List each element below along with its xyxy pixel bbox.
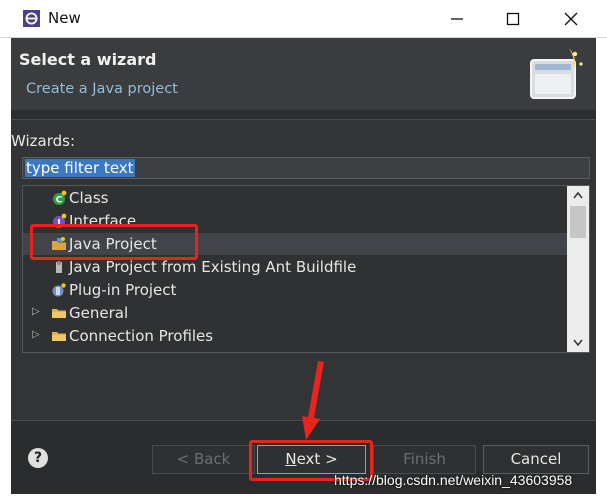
wizard-tree[interactable]: C Class I Interface Java Project Java Pr… <box>22 185 590 353</box>
tree-scrollbar[interactable] <box>567 186 589 352</box>
tree-item-label: Connection Profiles <box>69 327 214 345</box>
expand-arrow-icon[interactable]: ▷ <box>32 329 40 340</box>
close-button[interactable] <box>548 4 594 34</box>
folder-icon <box>52 332 66 341</box>
tree-item-general[interactable]: ▷ General <box>23 302 568 324</box>
page-subtitle: Create a Java project <box>26 81 178 97</box>
tree-item-plugin-project[interactable]: Plug-in Project <box>23 279 568 301</box>
window-title: New <box>48 9 81 27</box>
cancel-button[interactable]: Cancel <box>483 445 589 474</box>
tree-item-connection-profiles[interactable]: ▷ Connection Profiles <box>23 325 568 347</box>
eclipse-app-icon <box>23 10 40 27</box>
ant-buildfile-icon <box>56 261 62 273</box>
minimize-button[interactable] <box>434 4 480 34</box>
class-icon: C <box>53 190 67 206</box>
wizard-header: Select a wizard Create a Java project <box>11 38 596 110</box>
tree-item-label: Java Project from Existing Ant Buildfile <box>69 258 357 276</box>
finish-button[interactable]: Finish <box>373 445 476 474</box>
filter-input[interactable]: type filter text <box>22 157 590 179</box>
expand-arrow-icon[interactable]: ▷ <box>32 306 40 317</box>
maximize-button[interactable] <box>490 4 536 34</box>
watermark-text: https://blog.csdn.net/weixin_43603958 <box>334 472 573 488</box>
tree-item-label: Plug-in Project <box>69 281 177 299</box>
tree-item-label: General <box>69 304 129 322</box>
close-icon <box>564 12 578 26</box>
red-arrow-icon <box>302 361 324 440</box>
scroll-thumb[interactable] <box>570 206 586 238</box>
chevron-up-icon <box>573 191 583 199</box>
tree-item-label: Class <box>69 189 109 207</box>
page-title: Select a wizard <box>19 50 157 69</box>
back-button[interactable]: < Back <box>152 445 255 474</box>
help-button[interactable]: ? <box>28 448 48 468</box>
maximize-icon <box>506 12 520 26</box>
chevron-down-icon <box>573 339 583 347</box>
svg-text:C: C <box>56 196 63 206</box>
filter-input-value: type filter text <box>25 159 135 177</box>
tree-item-class[interactable]: C Class <box>23 187 568 209</box>
highlight-box-java-project <box>30 224 198 260</box>
title-bar: New <box>0 0 607 38</box>
header-separator <box>11 110 596 120</box>
plugin-project-icon <box>52 283 66 297</box>
folder-icon <box>52 309 66 318</box>
wizards-label: Wizards: <box>11 132 76 150</box>
scroll-down-button[interactable] <box>567 334 589 352</box>
scroll-up-button[interactable] <box>567 186 589 204</box>
minimize-icon <box>451 18 463 20</box>
wizard-banner-icon <box>530 48 583 99</box>
